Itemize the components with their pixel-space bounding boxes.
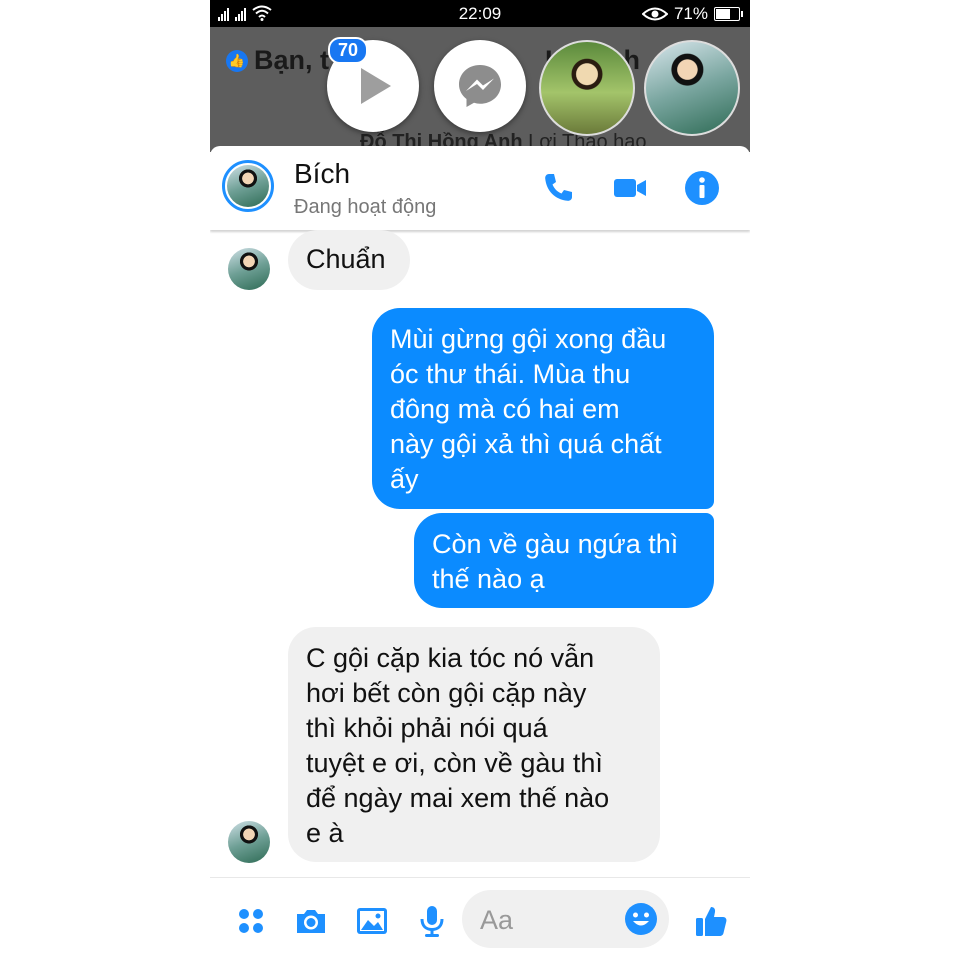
apps-icon[interactable] bbox=[234, 904, 268, 938]
avatar[interactable] bbox=[228, 248, 270, 290]
battery-icon bbox=[714, 7, 743, 21]
image-icon[interactable] bbox=[355, 904, 389, 938]
message-input-placeholder: Aa bbox=[480, 905, 514, 935]
contact-chat-head[interactable] bbox=[539, 40, 635, 136]
messenger-chat-head[interactable] bbox=[434, 40, 526, 132]
message-bubble[interactable]: Mùi gừng gội xong đầu óc thư thái. Mùa t… bbox=[372, 308, 714, 509]
message-bubble[interactable]: Chuẩn bbox=[288, 230, 410, 290]
message-composer: Aa bbox=[210, 877, 750, 960]
messenger-icon bbox=[459, 65, 501, 107]
contact-chat-head[interactable] bbox=[644, 40, 740, 136]
message-bubble[interactable]: Còn về gàu ngứa thì thế nào ạ bbox=[414, 513, 714, 608]
play-icon bbox=[361, 68, 391, 104]
info-icon[interactable] bbox=[684, 170, 720, 206]
active-status: Đang hoạt động bbox=[294, 196, 437, 218]
battery-percent: 71% bbox=[673, 4, 708, 23]
eye-icon bbox=[641, 7, 668, 21]
microphone-icon[interactable] bbox=[415, 904, 449, 938]
emoji-icon[interactable] bbox=[624, 902, 658, 936]
camera-icon[interactable] bbox=[294, 904, 328, 938]
unread-badge: 70 bbox=[328, 37, 369, 64]
avatar[interactable] bbox=[222, 160, 274, 212]
message-input[interactable]: Aa bbox=[462, 890, 669, 948]
message-bubble[interactable]: C gội cặp kia tóc nó vẫn hơi bết còn gội… bbox=[288, 627, 660, 862]
avatar[interactable] bbox=[228, 821, 270, 863]
video-camera-icon[interactable] bbox=[612, 170, 648, 206]
like-icon[interactable] bbox=[694, 904, 728, 938]
background-title: Bạn, t bbox=[254, 45, 330, 75]
conversation-header: Bích Đang hoạt động bbox=[210, 146, 750, 230]
messenger-screen: 22:09 71% 👍 Bạn, t Hồ nh Đỗ Thị Hồng Anh… bbox=[210, 0, 750, 960]
contact-name[interactable]: Bích bbox=[294, 158, 350, 190]
phone-icon[interactable] bbox=[540, 170, 576, 206]
like-page-icon: 👍 bbox=[226, 49, 248, 72]
status-bar: 22:09 71% bbox=[210, 0, 750, 27]
